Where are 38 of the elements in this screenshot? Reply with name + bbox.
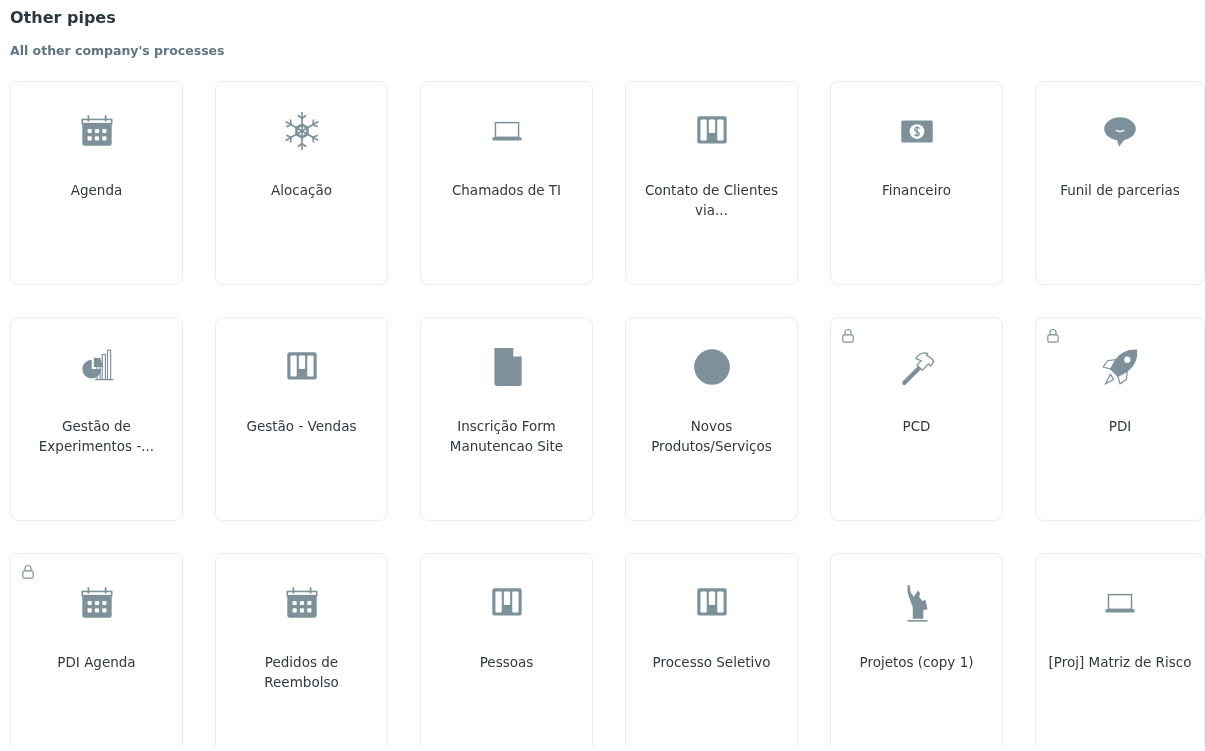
pipe-name: Contato de Clientes via...	[643, 181, 780, 220]
pipe-card[interactable]: Processo Seletivo	[625, 553, 798, 746]
pipe-card[interactable]: Pessoas	[420, 553, 593, 746]
pipe-name: Pedidos de Reembolso	[263, 653, 340, 692]
pipe-name: Inscrição Form Manutencao Site	[448, 417, 565, 456]
pipe-name: Funil de parcerias	[1059, 181, 1181, 200]
pipe-card[interactable]: PDI Agenda	[10, 553, 183, 746]
pipe-name: [Proj] Matriz de Risco	[1047, 653, 1193, 672]
pipe-name: PCD	[901, 417, 932, 436]
pipe-card[interactable]: Funil de parcerias	[1035, 81, 1205, 285]
pipe-card[interactable]: Gestão - Vendas	[215, 317, 388, 521]
pipe-card[interactable]: [Proj] Matriz de Risco	[1035, 553, 1205, 746]
pipe-name: PDI	[1107, 417, 1133, 436]
pipe-name: Gestão - Vendas	[245, 417, 358, 436]
pipe-name: Chamados de TI	[450, 181, 563, 200]
pipe-card[interactable]: Projetos (copy 1)	[830, 553, 1003, 746]
pipe-card[interactable]: Alocação	[215, 81, 388, 285]
pipe-card[interactable]: Inscrição Form Manutencao Site	[420, 317, 593, 521]
pipe-name: Projetos (copy 1)	[858, 653, 975, 672]
pipe-name: PDI Agenda	[56, 653, 137, 672]
pipe-card[interactable]: PCD	[830, 317, 1003, 521]
pipe-name: Alocação	[270, 181, 333, 200]
pipe-name: Agenda	[69, 181, 124, 200]
pipe-card[interactable]: Chamados de TI	[420, 81, 593, 285]
pipe-name: Novos Produtos/Serviços	[650, 417, 773, 456]
pipe-card[interactable]: Financeiro	[830, 81, 1003, 285]
pipe-name: Financeiro	[881, 181, 952, 200]
pipe-card[interactable]: PDI	[1035, 317, 1205, 521]
pipe-name: Pessoas	[478, 653, 535, 672]
section-title: Other pipes	[10, 8, 116, 27]
pipe-card[interactable]: Novos Produtos/Serviços	[625, 317, 798, 521]
pipe-card[interactable]: Pedidos de Reembolso	[215, 553, 388, 746]
pipe-name: Gestão de Experimentos -...	[37, 417, 156, 456]
pipe-card[interactable]: Contato de Clientes via...	[625, 81, 798, 285]
pipe-card[interactable]: Agenda	[10, 81, 183, 285]
section-subtitle: All other company's processes	[10, 43, 225, 58]
pipe-card[interactable]: Gestão de Experimentos -...	[10, 317, 183, 521]
pipe-name: Processo Seletivo	[651, 653, 772, 672]
